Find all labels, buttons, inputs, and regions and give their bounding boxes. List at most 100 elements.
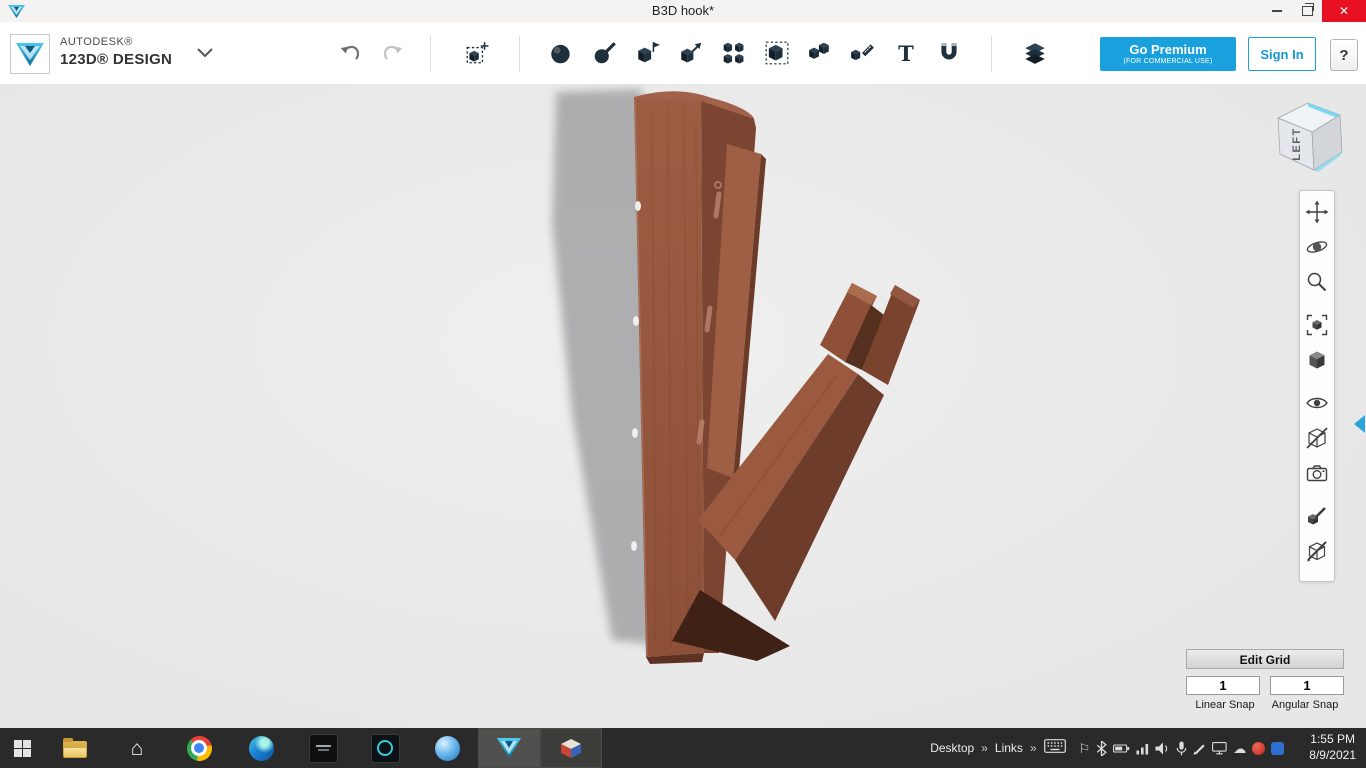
visibility-button[interactable] bbox=[1304, 390, 1330, 416]
tool-sketch-button[interactable] bbox=[587, 35, 623, 71]
tool-snap-button[interactable] bbox=[931, 35, 967, 71]
taskbar-home[interactable]: ⌂ bbox=[106, 728, 168, 768]
go-premium-button[interactable]: Go Premium (FOR COMMERCIAL USE) bbox=[1100, 37, 1236, 71]
main-menu-chevron-icon[interactable] bbox=[196, 47, 214, 59]
edit-material-button[interactable] bbox=[1304, 503, 1330, 529]
dark-app-icon-2 bbox=[370, 733, 400, 763]
primitives-icon bbox=[551, 44, 570, 64]
taskbar-123d-design[interactable] bbox=[478, 728, 540, 768]
battery-icon[interactable] bbox=[1113, 743, 1130, 754]
touch-keyboard-button[interactable] bbox=[1043, 738, 1066, 758]
zoom-button[interactable] bbox=[1304, 269, 1330, 295]
hide-object-button[interactable] bbox=[1304, 425, 1330, 451]
edit-grid-panel: Edit Grid Linear Snap Angular Snap bbox=[1186, 649, 1344, 711]
linear-snap-input[interactable] bbox=[1186, 676, 1260, 695]
brand-text: AUTODESK® 123D® DESIGN bbox=[60, 36, 172, 69]
window-title: B3D hook* bbox=[651, 3, 715, 18]
antivirus-tray-icon[interactable] bbox=[1252, 741, 1266, 755]
redo-icon bbox=[383, 45, 403, 60]
tool-material-button[interactable] bbox=[1017, 35, 1053, 71]
help-button[interactable]: ? bbox=[1330, 39, 1358, 71]
pen-icon[interactable] bbox=[1193, 742, 1206, 755]
pan-button[interactable] bbox=[1304, 199, 1330, 225]
camera-icon bbox=[1306, 465, 1328, 482]
pan-icon bbox=[1305, 200, 1329, 224]
text-tool-icon: T bbox=[898, 40, 914, 66]
minimize-icon bbox=[1272, 10, 1282, 12]
main-toolbar: AUTODESK® 123D® DESIGN T Go Premium (FOR… bbox=[0, 22, 1366, 85]
display-icon[interactable] bbox=[1212, 741, 1227, 755]
clock-time: 1:55 PM bbox=[1310, 732, 1355, 747]
edit-grid-header[interactable]: Edit Grid bbox=[1186, 649, 1344, 669]
tool-transform-button[interactable] bbox=[459, 35, 495, 71]
desktop-overflow-chevron[interactable]: » bbox=[981, 741, 988, 755]
viewport-canvas[interactable]: LEFT Edit Grid 1 1 Linear Snap Angular S… bbox=[0, 84, 1366, 728]
tool-grouping-button[interactable] bbox=[759, 35, 795, 71]
taskbar-file-explorer[interactable] bbox=[44, 728, 106, 768]
minimize-button[interactable] bbox=[1262, 0, 1292, 22]
tray-app-icon[interactable] bbox=[1271, 741, 1285, 755]
transform-icon bbox=[466, 42, 489, 64]
taskbar-right-area: Desktop » Links » ⚐ ☁ 1:55 PM 8/9/2021 bbox=[930, 732, 1360, 763]
start-button[interactable] bbox=[0, 728, 44, 768]
onedrive-cloud-icon[interactable]: ☁ bbox=[1233, 742, 1246, 755]
panel-expand-arrow[interactable] bbox=[1354, 415, 1365, 433]
toggle-outline-button[interactable] bbox=[1304, 538, 1330, 564]
angular-snap-input[interactable] bbox=[1270, 676, 1344, 695]
restore-button[interactable] bbox=[1292, 0, 1322, 22]
eye-icon bbox=[1306, 397, 1328, 409]
tool-primitives-button[interactable] bbox=[543, 35, 579, 71]
sign-in-button[interactable]: Sign In bbox=[1248, 37, 1316, 71]
taskbar-edge[interactable] bbox=[230, 728, 292, 768]
links-toolbar-label[interactable]: Links bbox=[995, 741, 1023, 755]
model-hook[interactable] bbox=[631, 91, 920, 664]
links-overflow-chevron[interactable]: » bbox=[1030, 741, 1037, 755]
grouping-icon bbox=[765, 41, 789, 65]
sketch-icon bbox=[594, 42, 616, 64]
pattern-icon bbox=[723, 42, 744, 64]
zoom-fit-button[interactable] bbox=[1304, 312, 1330, 338]
tool-pattern-button[interactable] bbox=[716, 35, 752, 71]
tool-modify-button[interactable] bbox=[673, 35, 709, 71]
taskbar-dark-app-1[interactable] bbox=[292, 728, 354, 768]
go-premium-sublabel: (FOR COMMERCIAL USE) bbox=[1123, 58, 1213, 65]
3d-model-app-icon bbox=[561, 738, 581, 758]
tool-text-button[interactable]: T bbox=[888, 35, 924, 71]
view-cube[interactable]: LEFT bbox=[1266, 92, 1350, 184]
screenshot-button[interactable] bbox=[1304, 460, 1330, 486]
bluetooth-icon[interactable] bbox=[1096, 740, 1108, 756]
redo-button[interactable] bbox=[375, 35, 411, 71]
desktop-toolbar-label[interactable]: Desktop bbox=[930, 741, 974, 755]
app-logo-tile[interactable] bbox=[10, 34, 50, 74]
taskbar-clock[interactable]: 1:55 PM 8/9/2021 bbox=[1309, 732, 1356, 763]
taskbar-blue-app[interactable] bbox=[416, 728, 478, 768]
home-icon: ⌂ bbox=[130, 736, 144, 760]
network-signal-icon[interactable] bbox=[1136, 742, 1149, 755]
linear-snap-label: Linear Snap bbox=[1195, 699, 1255, 711]
taskbar-dark-app-2[interactable] bbox=[354, 728, 416, 768]
zoom-fit-icon bbox=[1306, 314, 1328, 336]
undo-button[interactable] bbox=[332, 35, 368, 71]
shaded-cube-icon bbox=[1309, 351, 1325, 369]
magnifier-icon bbox=[1307, 272, 1327, 292]
tool-construct-button[interactable] bbox=[630, 35, 666, 71]
outline-cube-slash-icon bbox=[1307, 541, 1327, 562]
orbit-button[interactable] bbox=[1304, 234, 1330, 260]
material-icon bbox=[1025, 43, 1045, 64]
tool-combine-button[interactable] bbox=[802, 35, 838, 71]
shaded-view-button[interactable] bbox=[1304, 347, 1330, 373]
dark-app-icon-1 bbox=[308, 733, 338, 763]
close-button[interactable]: ✕ bbox=[1322, 0, 1366, 22]
taskbar-chrome[interactable] bbox=[168, 728, 230, 768]
volume-icon[interactable] bbox=[1155, 742, 1170, 755]
action-center-flag-icon[interactable]: ⚐ bbox=[1079, 742, 1091, 755]
undo-icon bbox=[340, 45, 360, 60]
tool-measure-button[interactable] bbox=[844, 35, 880, 71]
measure-icon bbox=[851, 44, 874, 61]
title-bar: B3D hook* ✕ bbox=[0, 0, 1366, 23]
microphone-icon[interactable] bbox=[1176, 741, 1187, 756]
taskbar-3d-model-app[interactable] bbox=[540, 728, 602, 768]
viewport-3d[interactable] bbox=[0, 84, 1366, 728]
toolbar-divider bbox=[519, 36, 520, 72]
123d-logo-icon bbox=[16, 42, 44, 66]
